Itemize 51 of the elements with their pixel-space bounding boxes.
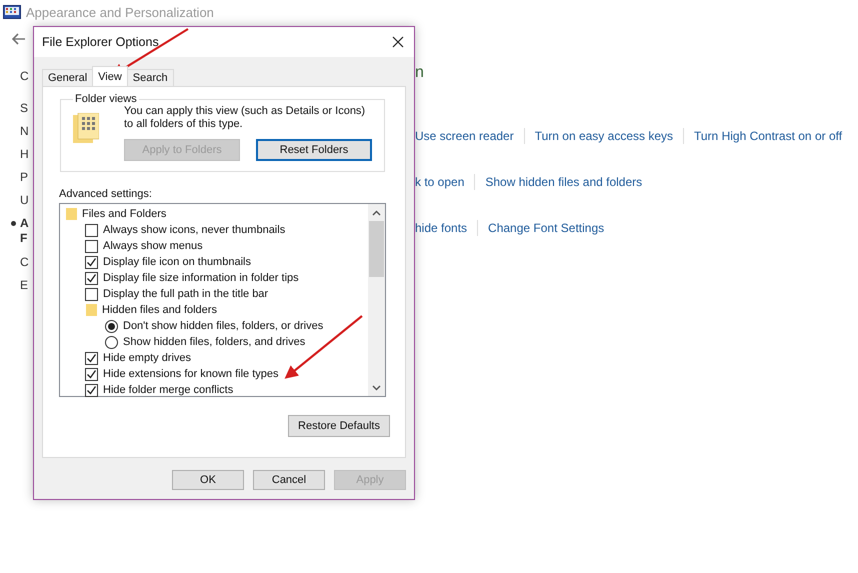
setting-label: Files and Folders: [82, 208, 166, 220]
back-arrow-icon[interactable]: [12, 33, 26, 45]
dialog-button[interactable]: Cancel: [253, 470, 325, 490]
tab[interactable]: View: [92, 66, 128, 86]
task-link[interactable]: Show hidden files and folders: [485, 175, 642, 189]
setting-label: Hide empty drives: [103, 352, 192, 364]
task-link[interactable]: hide fonts: [415, 221, 468, 235]
checkbox[interactable]: [85, 256, 98, 268]
setting-label: Hidden files and folders: [102, 304, 217, 316]
checkbox[interactable]: [85, 272, 98, 284]
dialog-button[interactable]: OK: [172, 470, 244, 490]
restore-defaults-button[interactable]: Restore Defaults: [288, 415, 390, 437]
setting-label: Display the full path in the title bar: [103, 288, 268, 300]
setting-label: Show hidden files, folders, and drives: [123, 336, 306, 348]
setting-label: Hide extensions for known file types: [103, 368, 278, 380]
window-title: Appearance and Personalization: [26, 4, 214, 20]
task-link[interactable]: Change Font Settings: [488, 221, 604, 235]
task-link[interactable]: Turn High Contrast on or off: [694, 129, 842, 143]
checkbox[interactable]: [85, 352, 98, 364]
task-link[interactable]: k to open: [415, 175, 464, 189]
close-icon[interactable]: [392, 36, 404, 48]
setting-label: Always show menus: [103, 240, 203, 252]
checkbox[interactable]: [85, 288, 98, 300]
setting-label: Display file icon on thumbnails: [103, 256, 251, 268]
folder-view-icon: [73, 113, 99, 143]
folder-views-description: You can apply this view (such as Details or Icons) to all folders of this type.: [124, 105, 366, 131]
scrollbar[interactable]: [368, 204, 385, 396]
folder-icon: [65, 208, 77, 220]
group-label: Folder views: [74, 93, 138, 105]
checkbox[interactable]: [85, 224, 98, 236]
control-panel-icon: [3, 5, 21, 19]
scroll-down-icon[interactable]: [372, 385, 381, 391]
checkbox[interactable]: [85, 368, 98, 380]
checkbox[interactable]: [85, 240, 98, 252]
radio-button[interactable]: [105, 336, 118, 348]
setting-label: Display file size information in folder tips: [103, 272, 299, 284]
setting-label: Always show icons, never thumbnails: [103, 224, 286, 236]
tab[interactable]: Search: [126, 69, 174, 86]
folder-icon: [85, 304, 97, 316]
dialog-title: File Explorer Options: [42, 35, 159, 49]
setting-label: Don't show hidden files, folders, or drives: [123, 320, 324, 332]
heading-fragment: n: [415, 64, 425, 82]
checkbox[interactable]: [85, 384, 98, 396]
scroll-up-icon[interactable]: [372, 210, 381, 216]
task-link[interactable]: Turn on easy access keys: [534, 129, 673, 143]
folder-view-button[interactable]: Reset Folders: [256, 139, 372, 161]
task-link[interactable]: Use screen reader: [415, 129, 514, 143]
advanced-settings-label: Advanced settings:: [59, 188, 153, 200]
setting-label: Hide folder merge conflicts: [103, 384, 234, 396]
tab[interactable]: General: [42, 69, 94, 86]
radio-button[interactable]: [105, 320, 118, 332]
